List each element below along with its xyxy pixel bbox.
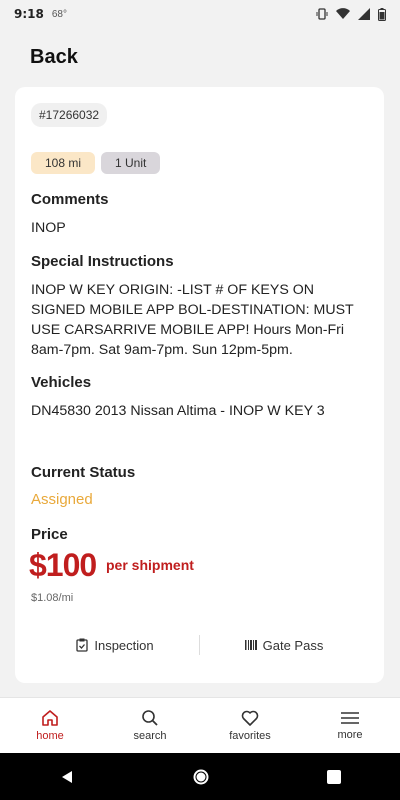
menu-icon <box>341 712 359 724</box>
battery-icon <box>378 7 386 21</box>
nav-home-label: home <box>36 730 64 742</box>
special-instructions-title: Special Instructions <box>31 253 174 270</box>
comments-text: INOP <box>31 220 66 236</box>
comments-title: Comments <box>31 191 109 208</box>
home-icon <box>42 710 58 726</box>
search-icon <box>142 710 158 726</box>
nav-home[interactable]: home <box>0 698 100 753</box>
card-actions: Inspection Gate Pass <box>31 632 368 658</box>
status-value: Assigned <box>31 491 93 508</box>
clock: 9:18 <box>14 7 44 21</box>
nav-favorites[interactable]: favorites <box>200 698 300 753</box>
gate-pass-label: Gate Pass <box>262 637 324 653</box>
units-badge: 1 Unit <box>101 152 161 174</box>
clipboard-check-icon <box>76 638 89 652</box>
inspection-button[interactable]: Inspection <box>31 638 199 653</box>
inspection-label: Inspection <box>94 637 154 653</box>
wifi-icon <box>336 8 350 19</box>
status-icons <box>316 7 386 21</box>
recents-square-icon[interactable] <box>327 769 342 784</box>
barcode-icon <box>244 640 257 650</box>
nav-search[interactable]: search <box>100 698 200 753</box>
nav-more-label: more <box>337 729 363 741</box>
order-id-badge: #17266032 <box>31 103 108 127</box>
vehicles-text: DN45830 2013 Nissan Altima - INOP W KEY … <box>31 403 325 419</box>
price-amount: $100 <box>29 547 97 583</box>
vehicles-title: Vehicles <box>31 374 92 391</box>
price-title: Price <box>31 526 68 543</box>
heart-icon <box>241 710 259 726</box>
signal-icon <box>358 8 370 20</box>
temperature: 68° <box>51 8 67 20</box>
bottom-nav: home search favorites more <box>0 697 400 753</box>
vibrate-icon <box>316 8 328 20</box>
nav-favorites-label: favorites <box>229 730 271 742</box>
price-per-mile: $1.08/mi <box>31 592 74 604</box>
back-triangle-icon[interactable] <box>59 769 75 785</box>
distance-badge: 108 mi <box>31 152 96 174</box>
nav-more[interactable]: more <box>300 698 400 753</box>
back-button[interactable]: Back <box>30 46 78 69</box>
nav-search-label: search <box>133 730 167 742</box>
home-circle-icon[interactable] <box>192 768 210 786</box>
current-status-title: Current Status <box>31 464 136 481</box>
price-unit: per shipment <box>106 557 194 573</box>
special-instructions-text: INOP W KEY ORIGIN: -LIST # OF KEYS ON SI… <box>31 282 354 358</box>
system-nav-bar <box>0 753 400 800</box>
order-card: #17266032 108 mi 1 Unit Comments INOP Sp… <box>15 87 384 683</box>
gate-pass-button[interactable]: Gate Pass <box>200 638 368 653</box>
status-bar: 9:18 68° <box>0 0 400 28</box>
